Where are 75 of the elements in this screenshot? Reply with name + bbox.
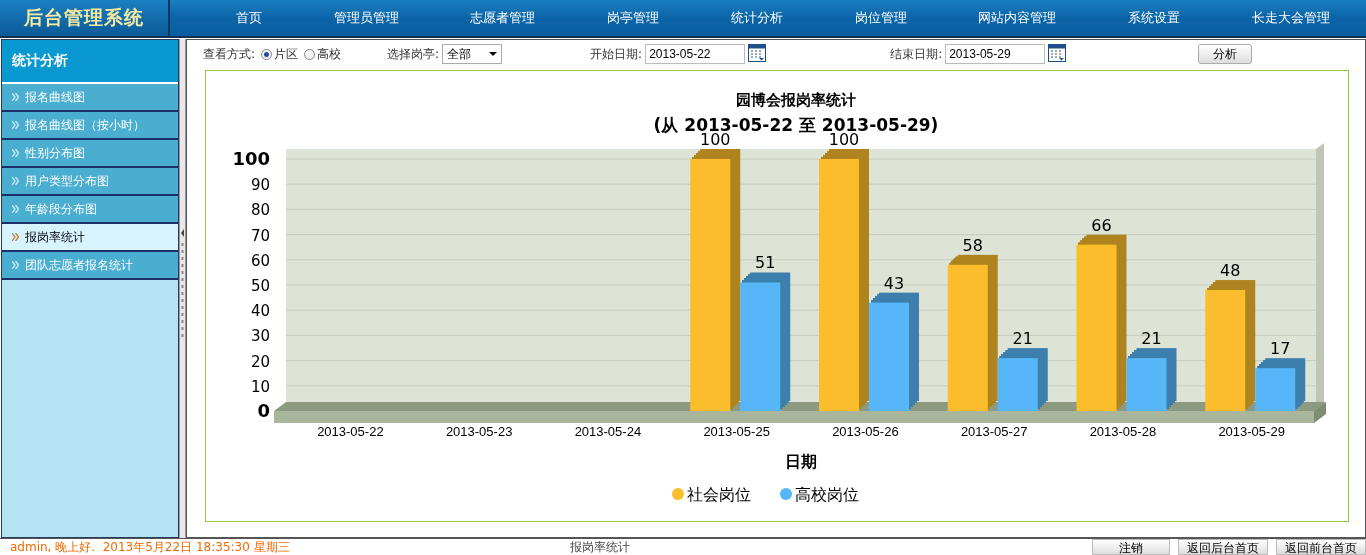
radio-button[interactable] <box>261 48 273 60</box>
footer-button[interactable]: 注销 <box>1092 539 1170 555</box>
data-label: 21 <box>1141 329 1162 349</box>
data-label: 17 <box>1270 339 1291 359</box>
end-date-label: 结束日期: <box>890 45 943 63</box>
data-label: 66 <box>1091 215 1112 235</box>
data-label: 51 <box>755 253 776 273</box>
nav-link[interactable]: 长走大会管理 <box>1248 7 1334 29</box>
nav-link[interactable]: 系统设置 <box>1124 7 1185 29</box>
analyze-button[interactable]: 分析 <box>1198 44 1253 64</box>
chevron-icon <box>12 149 19 157</box>
bar <box>1255 368 1296 411</box>
nav-link[interactable]: 岗位管理 <box>850 7 911 29</box>
legend-label: 社会岗位 <box>687 485 751 504</box>
booth-label: 选择岗亭: <box>387 45 440 63</box>
greeting-text: admin, 晚上好. 2013年5月22日 18:35:30 星期三 <box>9 538 291 555</box>
x-tick-label: 2013-05-28 <box>1089 424 1157 439</box>
data-label: 100 <box>700 130 731 149</box>
data-label: 21 <box>1012 329 1033 349</box>
app-logo: 后台管理系统 <box>0 0 170 36</box>
y-tick-label: 100 <box>232 148 270 169</box>
chevron-icon <box>12 261 19 269</box>
x-tick-label: 2013-05-23 <box>445 424 513 439</box>
radio-button[interactable] <box>304 48 316 60</box>
y-tick-label: 90 <box>250 176 270 195</box>
start-date-field[interactable]: 2013-05-22 <box>645 44 746 64</box>
y-tick-label: 10 <box>250 377 270 396</box>
bar <box>997 358 1038 411</box>
bar <box>1126 358 1167 411</box>
x-tick-label: 2013-05-22 <box>317 424 384 439</box>
chevron-icon <box>12 177 19 185</box>
radio-label: 片区 <box>274 45 299 63</box>
nav-link[interactable]: 管理员管理 <box>329 7 403 29</box>
x-tick-label: 2013-05-24 <box>574 424 642 439</box>
nav-link[interactable]: 网站内容管理 <box>974 7 1061 29</box>
chevron-icon <box>12 121 19 129</box>
legend-label: 高校岗位 <box>795 485 859 504</box>
y-tick-label: 80 <box>250 201 270 220</box>
chart-title: 园博会报岗率统计 <box>736 91 856 109</box>
y-tick-label: 50 <box>250 277 270 295</box>
y-tick-label: 40 <box>250 302 270 321</box>
data-label: 48 <box>1220 261 1241 281</box>
calendar-icon[interactable] <box>1048 43 1067 62</box>
y-tick-label: 60 <box>250 251 270 270</box>
chevron-icon <box>12 93 19 101</box>
nav-link[interactable]: 岗亭管理 <box>603 7 664 29</box>
chevron-icon <box>12 233 19 241</box>
data-label: 58 <box>962 235 983 255</box>
footer-button[interactable]: 返回前台首页 <box>1276 539 1366 555</box>
nav-link[interactable]: 志愿者管理 <box>466 7 540 29</box>
start-date-label: 开始日期: <box>590 45 643 63</box>
page-title: 报岗率统计 <box>570 538 631 555</box>
x-tick-label: 2013-05-25 <box>703 424 770 439</box>
booth-select[interactable]: 全部 <box>442 44 503 64</box>
x-tick-label: 2013-05-26 <box>832 424 899 439</box>
footer-button[interactable]: 返回后台首页 <box>1178 539 1268 555</box>
view-mode-label: 查看方式: <box>203 45 256 63</box>
calendar-icon[interactable] <box>748 43 767 62</box>
y-tick-label: 0 <box>257 400 270 421</box>
x-tick-label: 2013-05-27 <box>960 424 1028 439</box>
end-date-field[interactable]: 2013-05-29 <box>945 44 1046 64</box>
sidebar-title: 统计分析 <box>2 40 178 84</box>
sidebar-item[interactable]: 报岗率统计 <box>2 224 178 252</box>
y-tick-label: 20 <box>250 352 270 371</box>
caret-icon <box>489 52 498 56</box>
nav-link[interactable]: 首页 <box>231 7 266 29</box>
x-tick-label: 2013-05-29 <box>1218 424 1285 439</box>
y-tick-label: 30 <box>250 327 270 346</box>
radio-label: 高校 <box>317 45 342 63</box>
x-axis-title: 日期 <box>785 452 817 471</box>
nav-link[interactable]: 统计分析 <box>726 7 787 29</box>
y-tick-label: 70 <box>250 226 270 245</box>
data-label: 43 <box>883 273 905 293</box>
chevron-icon <box>12 205 19 213</box>
data-label: 100 <box>828 130 860 149</box>
